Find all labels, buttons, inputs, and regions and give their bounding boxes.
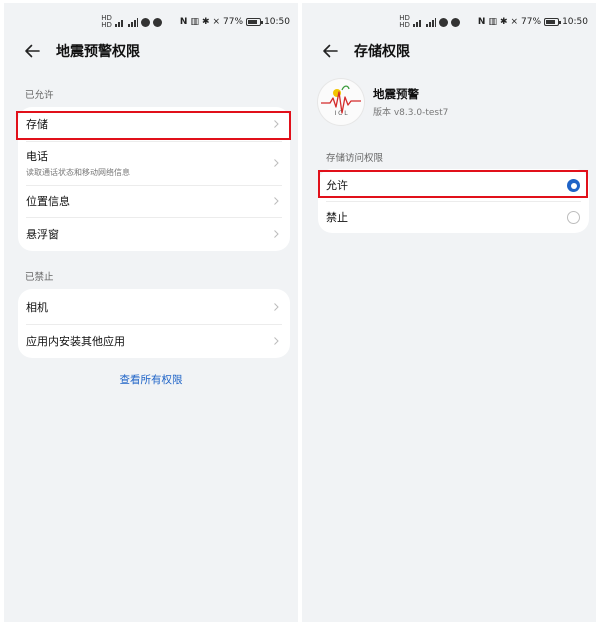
vibrate-icon: ▥: [190, 17, 199, 27]
page-title: 存储权限: [354, 44, 410, 60]
permission-subtitle: 读取通话状态和移动网络信息: [26, 168, 130, 177]
battery-percent: 77%: [223, 17, 244, 27]
storage-options-card: 允许 禁止: [318, 169, 589, 233]
app-logo: I C L: [318, 79, 364, 125]
allowed-section-label: 已允许: [25, 90, 54, 101]
app-notification-icon: [450, 17, 460, 27]
option-allow[interactable]: 允许: [318, 169, 589, 201]
signal-icon: [425, 17, 436, 27]
app-version: 版本 v8.3.0-test7: [373, 108, 449, 118]
chevron-right-icon: [274, 230, 279, 238]
chevron-right-icon: [274, 197, 279, 205]
back-button[interactable]: [22, 41, 42, 61]
app-logo-letters: I C L: [334, 110, 348, 117]
permissions-screen: HD HD N ▥ ✱ ⨯ 77% 10:50 地震预警权限 已允许 存储 电话 …: [4, 3, 298, 622]
app-info: I C L 地震预警 版本 v8.3.0-test7: [318, 79, 448, 125]
chevron-right-icon: [274, 337, 279, 345]
header: 地震预警权限: [22, 39, 140, 63]
storage-access-section-label: 存储访问权限: [326, 153, 384, 164]
battery-percent: 77%: [521, 17, 542, 27]
clock: 10:50: [264, 17, 290, 27]
app-notification-icon: [152, 17, 162, 27]
permission-item-location[interactable]: 位置信息: [18, 185, 290, 217]
chevron-right-icon: [274, 302, 279, 311]
app-name: 地震预警: [373, 87, 419, 101]
hd-icon: HD HD: [101, 14, 112, 29]
bluetooth-icon: ✱: [499, 17, 508, 27]
nfc-icon: N: [477, 17, 486, 27]
clock: 10:50: [562, 17, 588, 27]
denied-section-label: 已禁止: [25, 272, 54, 283]
signal-icon: [114, 18, 125, 27]
alarm-icon: ⨯: [212, 17, 221, 27]
status-bar: HD HD N ▥ ✱ ⨯ 77% 10:50: [399, 15, 588, 29]
permission-title: 相机: [26, 300, 48, 314]
chevron-right-icon: [274, 159, 279, 167]
battery-icon: [246, 18, 264, 26]
app-notification-icon: [438, 17, 448, 27]
signal-icon: [127, 17, 138, 27]
status-bar: HD HD N ▥ ✱ ⨯ 77% 10:50: [101, 15, 290, 29]
denied-permissions-card: 相机 应用内安装其他应用: [18, 289, 290, 358]
battery-icon: [544, 18, 562, 26]
option-label: 允许: [326, 179, 348, 192]
seismograph-icon: [321, 85, 361, 114]
chevron-right-icon: [274, 120, 279, 128]
storage-permission-screen: HDHD N ▥ ✱ ⨯ 77% 10:50 存储权限 I C L 地震预警: [302, 3, 596, 622]
permission-item-phone[interactable]: 电话 读取通话状态和移动网络信息: [18, 141, 290, 185]
option-deny[interactable]: 禁止: [318, 201, 589, 233]
permission-title: 悬浮窗: [26, 228, 59, 241]
arrow-left-icon: [25, 44, 40, 58]
bluetooth-icon: ✱: [201, 17, 210, 27]
permission-item-storage[interactable]: 存储: [18, 107, 290, 141]
permission-title: 位置信息: [26, 195, 70, 208]
permission-title: 应用内安装其他应用: [26, 335, 125, 348]
page-title: 地震预警权限: [56, 44, 140, 60]
header: 存储权限: [320, 39, 410, 63]
option-label: 禁止: [326, 211, 348, 224]
radio-selected[interactable]: [567, 179, 580, 192]
permission-item-camera[interactable]: 相机: [18, 289, 290, 324]
hd-icon: HD HD: [399, 14, 410, 29]
permission-item-install-apps[interactable]: 应用内安装其他应用: [18, 324, 290, 358]
allowed-permissions-card: 存储 电话 读取通话状态和移动网络信息 位置信息 悬浮窗: [18, 107, 290, 251]
permission-title: 电话: [26, 150, 48, 163]
radio-unselected[interactable]: [567, 211, 580, 224]
nfc-icon: N: [179, 17, 188, 27]
app-notification-icon: [140, 17, 150, 27]
back-button[interactable]: [320, 41, 340, 61]
permission-item-floating-window[interactable]: 悬浮窗: [18, 217, 290, 251]
signal-icon: [412, 18, 423, 27]
view-all-permissions-link[interactable]: 查看所有权限: [4, 372, 298, 387]
permission-title: 存储: [26, 118, 48, 131]
arrow-left-icon: [323, 44, 338, 58]
alarm-icon: ⨯: [510, 17, 519, 27]
vibrate-icon: ▥: [488, 17, 497, 27]
